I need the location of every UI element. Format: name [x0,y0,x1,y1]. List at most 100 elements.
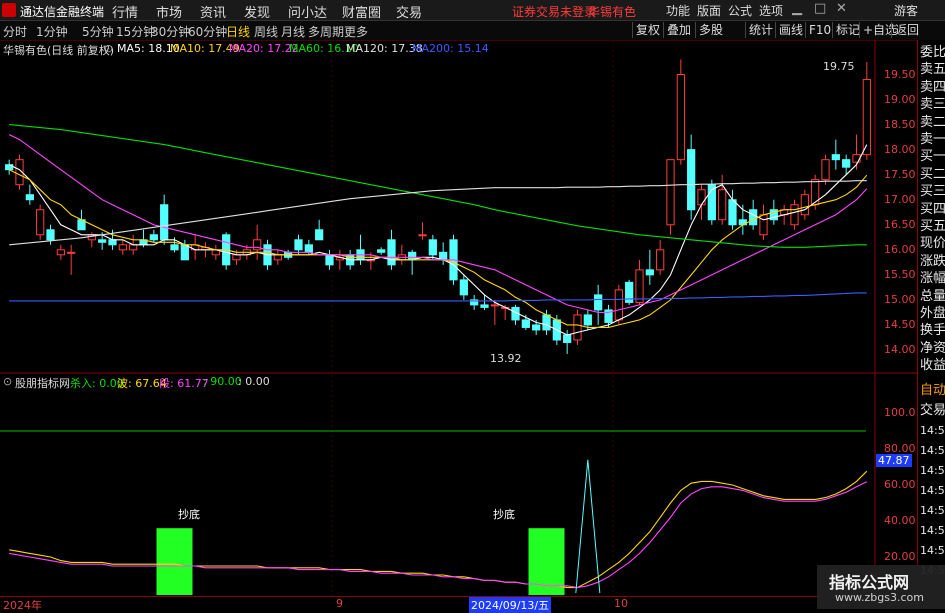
side-panel-lower-item[interactable]: 14:56 [920,482,945,500]
candle-body [294,239,303,251]
candle-body [180,244,189,261]
user-guest[interactable]: 游客 [894,2,918,19]
date-label-sep: 9 [336,597,343,610]
period-30min[interactable]: 30分钟 [151,23,190,40]
candle-body [563,334,572,343]
price-tick-label: 16.00 [884,242,916,256]
back-button[interactable]: 返回 [891,22,922,38]
menu-options[interactable]: 选项 [759,2,783,19]
overlay-button[interactable]: 叠加 [663,22,694,38]
period-toolbar: 分时 1分钟 5分钟 15分钟 30分钟 60分钟 日线 周线 月线 多周期 更… [0,21,945,41]
side-panel-item[interactable]: 卖一 [920,131,945,149]
menu-quotes[interactable]: 行情 [112,2,138,21]
draw-button[interactable]: 画线 [775,22,806,38]
period-monthly[interactable]: 月线 [281,23,305,40]
candle-body [67,251,76,254]
menu-function[interactable]: 功能 [666,2,690,19]
indicator-tick-label: 40.00 [884,514,916,527]
candle-body [387,239,396,266]
side-panel-lower-item[interactable]: 14:56 [920,422,945,440]
side-panel-item[interactable]: 总量 [920,288,945,306]
side-panel-item[interactable]: 净资 [920,340,945,358]
chart-area[interactable] [0,40,917,596]
price-tick-label: 18.50 [884,117,916,131]
multi-stock-button[interactable]: 多股 [695,22,726,38]
candle-body [377,249,386,253]
candle-body [594,294,603,311]
menu-wealth[interactable]: 财富圈 [342,2,381,21]
minimize-icon[interactable]: ▁ [792,1,802,16]
maximize-icon[interactable]: □ [814,1,826,16]
period-15min[interactable]: 15分钟 [116,23,155,40]
side-panel-item[interactable]: 买三 [920,183,945,201]
side-panel-item[interactable]: 收益 [920,357,945,375]
period-5min[interactable]: 5分钟 [82,23,114,40]
candle-body [46,229,55,241]
date-label-selected: 2024/09/13/五 [469,597,552,613]
side-panel-item[interactable]: 买一 [920,148,945,166]
side-panel-item[interactable]: 卖二 [920,114,945,132]
menubar: 通达信金融终端 行情 市场 资讯 发现 问小达 财富圈 交易 证券交易未登录 华… [0,0,945,21]
indicator-tick-label: 60.00 [884,478,916,491]
stats-button[interactable]: 统计 [745,22,776,38]
price-tick-label: 15.00 [884,292,916,306]
side-panel-lower-item[interactable]: 14:56 [920,462,945,480]
side-panel-item[interactable]: 卖五 [920,61,945,79]
period-60min[interactable]: 60分钟 [188,23,227,40]
side-panel-lower-item[interactable]: 14:56 [920,442,945,460]
ma200-line [9,292,867,302]
menu-market[interactable]: 市场 [156,2,182,21]
candle-body [842,159,851,168]
side-panel-item[interactable]: 卖三 [920,96,945,114]
side-panel-lower-item[interactable]: 14:56 [920,542,945,560]
period-more[interactable]: 更多 [344,23,368,40]
f10-button[interactable]: F10 [805,22,834,38]
side-panel-item[interactable]: 买四 [920,201,945,219]
app-title: 通达信金融终端 [20,5,105,19]
side-panel-lower-item[interactable]: 14:56 [920,502,945,520]
candle-body [25,194,34,201]
candle-body [759,214,768,236]
menu-discover[interactable]: 发现 [244,2,270,21]
menu-trade[interactable]: 交易 [396,2,422,21]
period-multi[interactable]: 多周期 [308,23,344,40]
indicator-current-value: 47.87 [876,454,912,467]
candle-body [232,254,241,261]
side-panel-item[interactable]: 现价 [920,235,945,253]
side-panel-lower-item[interactable]: 自动 [920,382,945,400]
side-panel-lower-item[interactable]: 交易 [920,402,945,420]
side-panel-item[interactable]: 涨幅 [920,270,945,288]
signal-bottom-1: 抄底 [178,508,200,521]
menu-formula[interactable]: 公式 [728,2,752,19]
menu-layout[interactable]: 版面 [697,2,721,19]
candle-body [676,74,685,161]
side-panel-item[interactable]: 换手 [920,322,945,340]
indicator-group [0,430,868,595]
period-tick[interactable]: 分时 [3,23,27,40]
adjust-button[interactable]: 复权 [632,22,663,38]
side-panel-item[interactable]: 涨跌 [920,253,945,271]
period-1min[interactable]: 1分钟 [36,23,68,40]
menu-ask[interactable]: 问小达 [288,2,327,21]
period-weekly[interactable]: 周线 [254,23,278,40]
candle-body [98,239,107,243]
trade-login-warning[interactable]: 证券交易未登录 [512,3,596,20]
price-tick-label: 16.50 [884,217,916,231]
close-icon[interactable]: ✕ [836,1,847,16]
price-tick-label: 14.00 [884,342,916,356]
side-panel-item[interactable]: 外盘 [920,305,945,323]
side-panel-item[interactable]: 委比 [920,44,945,62]
side-panel-item[interactable]: 买二 [920,166,945,184]
candle-body [821,159,830,181]
side-panel-lower-item[interactable]: 14:56 [920,522,945,540]
candle-body [656,249,665,271]
side-panel-item[interactable]: 买五 [920,218,945,236]
menu-news[interactable]: 资讯 [200,2,226,21]
stock-name-header: 华锡有色 [588,5,637,19]
candles-group [5,59,871,354]
side-panel-item[interactable]: 卖四 [920,79,945,97]
candle-body [418,234,427,237]
candle-body [718,189,727,221]
price-tick-label: 14.50 [884,317,916,331]
period-daily[interactable]: 日线 [226,23,250,40]
